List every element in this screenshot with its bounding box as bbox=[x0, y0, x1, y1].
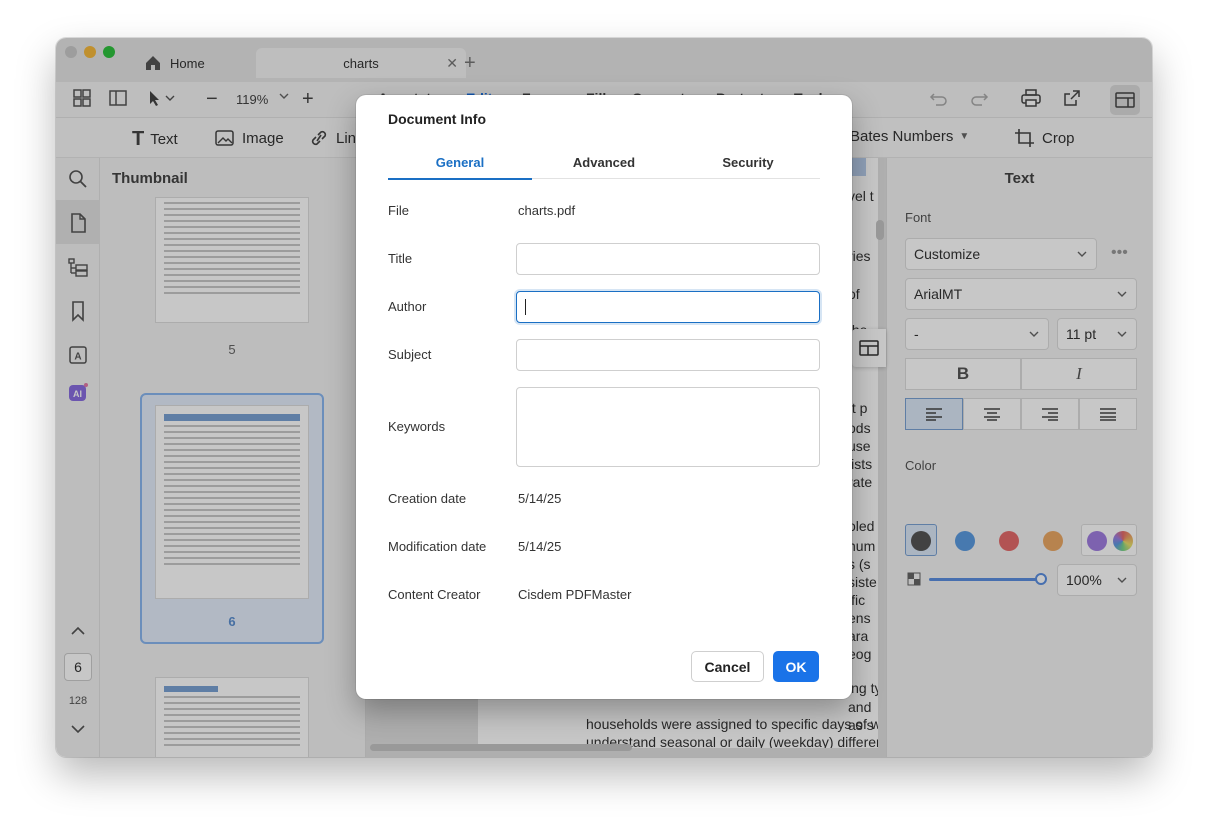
creation-date-label: Creation date bbox=[388, 491, 467, 506]
modification-date-value: 5/14/25 bbox=[518, 539, 562, 554]
dialog-tabs: General Advanced Security bbox=[388, 151, 820, 180]
modification-date-label: Modification date bbox=[388, 539, 487, 554]
tab-advanced[interactable]: Advanced bbox=[532, 155, 676, 170]
content-creator-label: Content Creator bbox=[388, 587, 481, 602]
subject-field[interactable] bbox=[516, 339, 820, 371]
keywords-field[interactable] bbox=[516, 387, 820, 467]
file-label: File bbox=[388, 203, 409, 218]
cancel-button[interactable]: Cancel bbox=[691, 651, 764, 682]
creation-date-value: 5/14/25 bbox=[518, 491, 562, 506]
ok-button[interactable]: OK bbox=[773, 651, 819, 682]
document-info-dialog: Document Info General Advanced Security … bbox=[356, 95, 852, 699]
author-label: Author bbox=[388, 299, 427, 314]
dialog-title: Document Info bbox=[388, 111, 486, 127]
title-field[interactable] bbox=[516, 243, 820, 275]
keywords-label: Keywords bbox=[388, 419, 446, 434]
tab-general[interactable]: General bbox=[388, 155, 532, 170]
file-value: charts.pdf bbox=[518, 203, 576, 218]
tab-security[interactable]: Security bbox=[676, 155, 820, 170]
title-label: Title bbox=[388, 251, 413, 266]
author-field[interactable] bbox=[516, 291, 820, 323]
text-caret bbox=[525, 299, 526, 315]
content-creator-value: Cisdem PDFMaster bbox=[518, 587, 632, 602]
subject-label: Subject bbox=[388, 347, 432, 362]
active-tab-indicator bbox=[388, 178, 532, 180]
